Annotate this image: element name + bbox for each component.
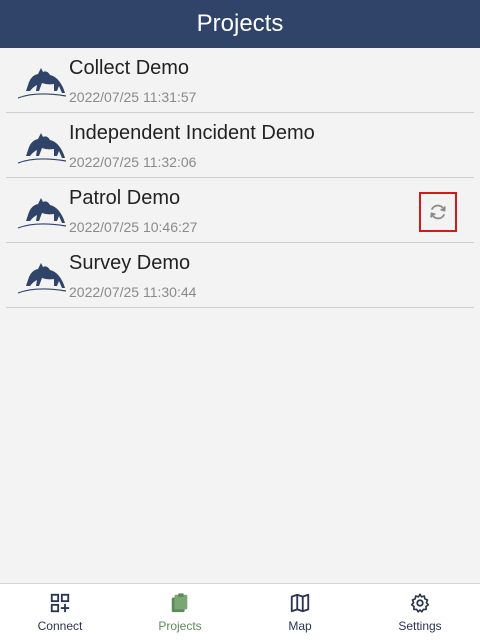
gear-icon (410, 593, 430, 613)
qr-add-icon (50, 593, 70, 613)
project-row[interactable]: Collect Demo 2022/07/25 11:31:57 (6, 48, 474, 113)
nav-settings[interactable]: Settings (360, 584, 480, 640)
clipboard-icon (171, 593, 188, 613)
panther-logo-icon (17, 133, 67, 164)
project-name: Collect Demo (69, 57, 190, 79)
nav-label: Projects (158, 619, 202, 633)
sync-button[interactable] (419, 192, 457, 232)
panther-logo-icon (17, 198, 67, 229)
nav-projects[interactable]: Projects (120, 584, 240, 640)
project-name: Survey Demo (69, 252, 191, 274)
page-title: Projects (196, 10, 284, 37)
project-name: Patrol Demo (69, 187, 181, 209)
project-date: 2022/07/25 11:30:44 (69, 284, 197, 300)
project-date: 2022/07/25 10:46:27 (69, 219, 198, 235)
app-header: Projects (0, 0, 480, 48)
project-row[interactable]: Independent Incident Demo 2022/07/25 11:… (6, 113, 474, 178)
panther-logo-icon (17, 68, 67, 99)
nav-label: Map (288, 619, 312, 633)
project-name: Independent Incident Demo (69, 122, 315, 144)
nav-label: Connect (37, 619, 83, 633)
nav-map[interactable]: Map (240, 584, 360, 640)
project-list: Collect Demo 2022/07/25 11:31:57 Indepen… (0, 48, 480, 308)
project-row[interactable]: Patrol Demo 2022/07/25 10:46:27 (6, 178, 474, 243)
project-date: 2022/07/25 11:31:57 (69, 89, 197, 105)
sync-icon (430, 204, 446, 220)
project-row[interactable]: Survey Demo 2022/07/25 11:30:44 (6, 243, 474, 308)
nav-connect[interactable]: Connect (0, 584, 120, 640)
project-date: 2022/07/25 11:32:06 (69, 154, 197, 170)
bottom-navigation: Connect Projects Map Settings (0, 583, 480, 640)
panther-logo-icon (17, 263, 67, 294)
nav-label: Settings (398, 619, 442, 633)
map-icon (290, 593, 310, 613)
